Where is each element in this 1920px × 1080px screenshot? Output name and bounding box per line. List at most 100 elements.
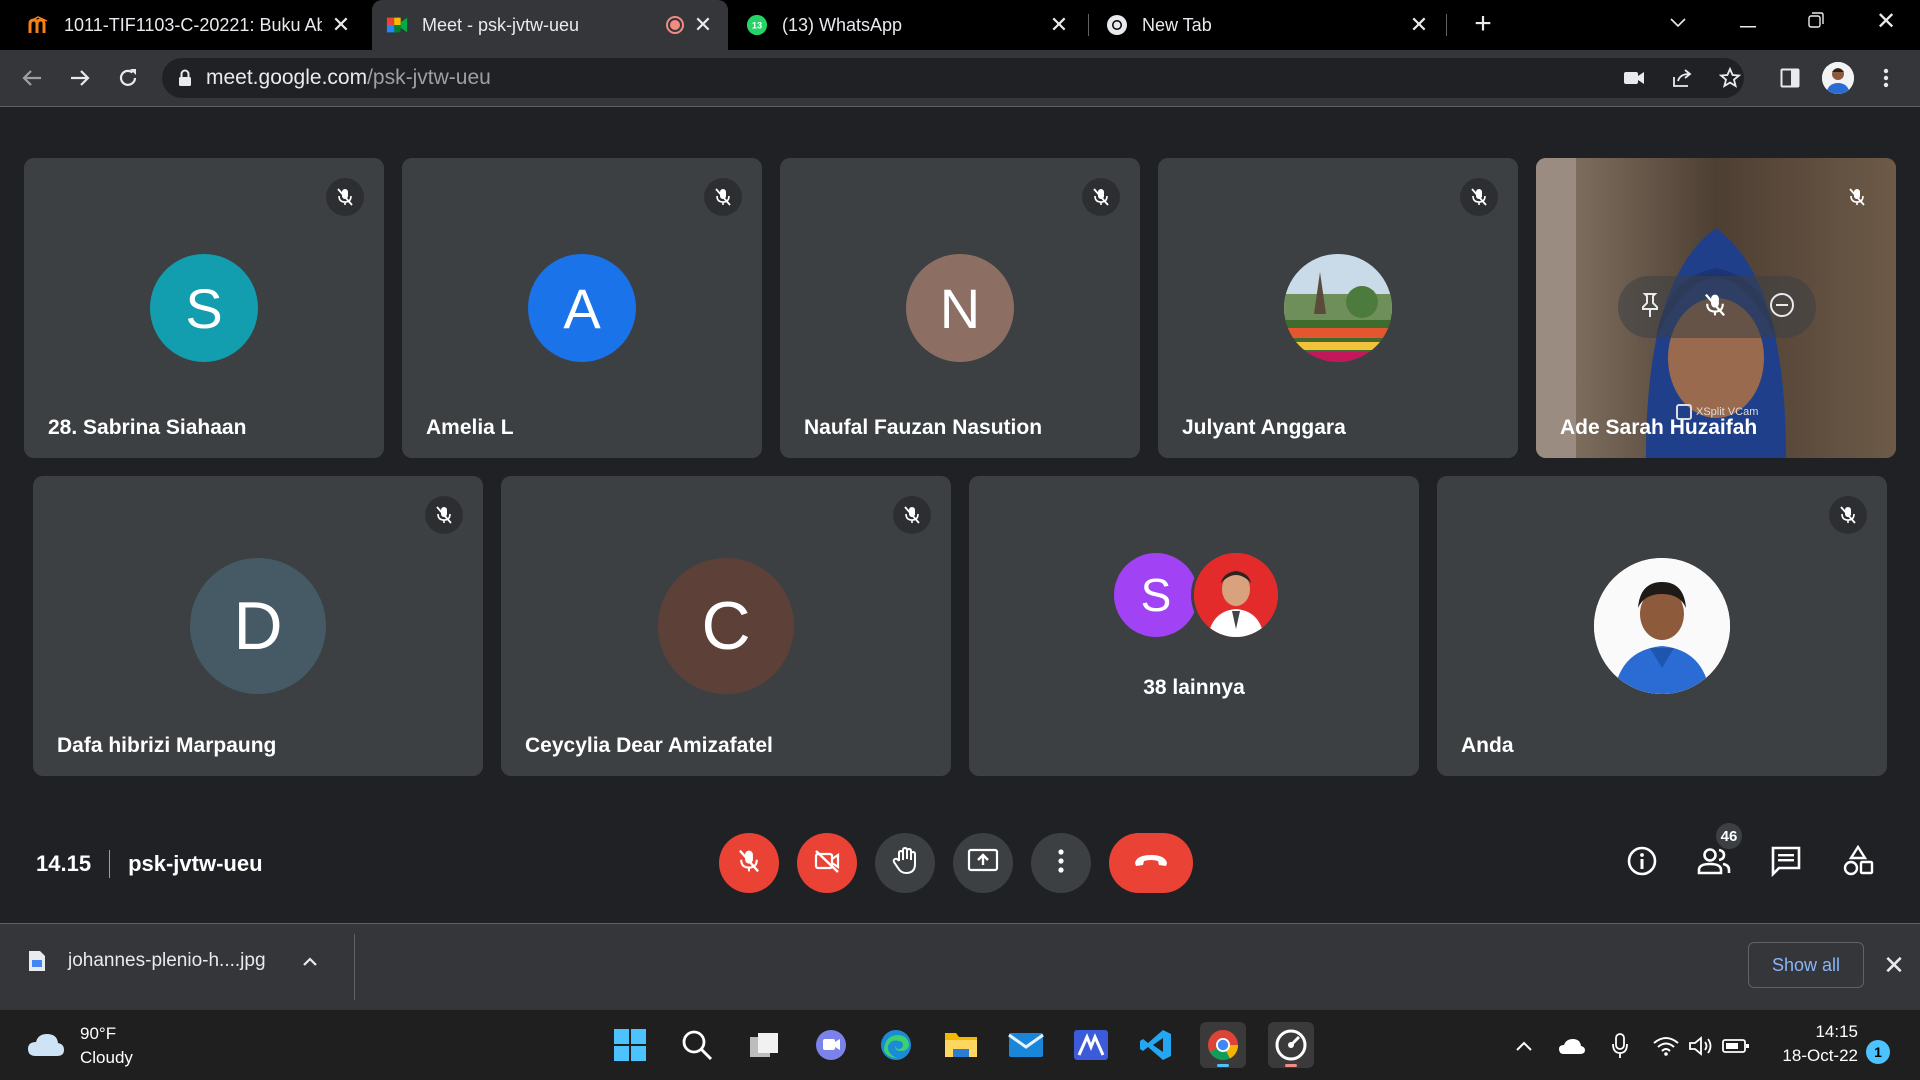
tab-buku-absensi[interactable]: 1011-TIF1103-C-20221: Buku Ab ✕ bbox=[14, 0, 366, 50]
remove-icon[interactable] bbox=[1769, 292, 1795, 323]
share-icon[interactable] bbox=[1666, 62, 1698, 94]
close-tab-icon[interactable]: ✕ bbox=[1408, 12, 1430, 38]
bookmark-star-icon[interactable] bbox=[1714, 62, 1746, 94]
show-all-downloads-button[interactable]: Show all bbox=[1748, 942, 1864, 988]
battery-icon[interactable] bbox=[1722, 1032, 1750, 1060]
toolbar-divider bbox=[0, 106, 1920, 107]
participant-video-tile[interactable]: XSplit VCam Ade Sarah Huzaifah bbox=[1536, 158, 1896, 458]
moodle-icon bbox=[28, 14, 50, 36]
more-options-button[interactable] bbox=[1031, 833, 1091, 893]
avatar: S bbox=[1111, 550, 1201, 640]
image-file-icon bbox=[28, 950, 46, 972]
profile-avatar[interactable] bbox=[1822, 62, 1854, 94]
system-clock[interactable]: 14:15 18-Oct-22 bbox=[1768, 1020, 1858, 1068]
onedrive-icon[interactable] bbox=[1558, 1032, 1586, 1060]
mic-off-icon bbox=[1460, 178, 1498, 216]
chevron-up-icon[interactable] bbox=[302, 956, 318, 966]
avatar-photo bbox=[1191, 550, 1281, 640]
pin-icon[interactable] bbox=[1639, 292, 1661, 323]
meeting-info: 14.15 psk-jvtw-ueu bbox=[36, 850, 263, 878]
edge-icon[interactable] bbox=[873, 1022, 919, 1068]
back-icon[interactable] bbox=[14, 60, 50, 96]
participant-tile[interactable]: A Amelia L bbox=[402, 158, 762, 458]
weather-condition: Cloudy bbox=[80, 1048, 133, 1067]
mic-off-icon bbox=[1829, 496, 1867, 534]
volume-icon[interactable] bbox=[1686, 1032, 1714, 1060]
toggle-camera-button[interactable] bbox=[797, 833, 857, 893]
participant-tile[interactable]: D Dafa hibrizi Marpaung bbox=[33, 476, 483, 776]
minimize-icon[interactable] bbox=[1718, 0, 1778, 44]
task-view-icon[interactable] bbox=[741, 1022, 787, 1068]
tab-title: Meet - psk-jvtw-ueu bbox=[422, 14, 580, 35]
whatsapp-icon: 13 bbox=[746, 14, 768, 36]
chrome-taskbar-icon[interactable] bbox=[1200, 1022, 1246, 1068]
address-bar[interactable]: meet.google.com/psk-jvtw-ueu bbox=[162, 58, 1744, 98]
forward-icon[interactable] bbox=[62, 60, 98, 96]
mail-icon[interactable] bbox=[1003, 1022, 1049, 1068]
tab-new-tab[interactable]: New Tab ✕ bbox=[1092, 0, 1444, 50]
microphone-icon[interactable] bbox=[1606, 1032, 1634, 1060]
close-window-icon[interactable]: ✕ bbox=[1856, 0, 1916, 44]
participant-tile[interactable]: N Naufal Fauzan Nasution bbox=[780, 158, 1140, 458]
divider bbox=[354, 934, 355, 1000]
wifi-icon[interactable] bbox=[1652, 1032, 1680, 1060]
end-call-icon bbox=[1133, 853, 1169, 874]
file-explorer-icon[interactable] bbox=[938, 1022, 984, 1068]
chrome-icon bbox=[1106, 14, 1128, 36]
participant-tile[interactable]: Julyant Anggara bbox=[1158, 158, 1518, 458]
lock-icon[interactable] bbox=[178, 69, 192, 87]
toggle-microphone-button[interactable] bbox=[719, 833, 779, 893]
activities-button[interactable] bbox=[1838, 843, 1878, 883]
tab-whatsapp[interactable]: 13 (13) WhatsApp ✕ bbox=[732, 0, 1084, 50]
tab-title: New Tab bbox=[1142, 14, 1212, 35]
meeting-code: psk-jvtw-ueu bbox=[128, 851, 263, 876]
teams-chat-icon[interactable] bbox=[808, 1022, 854, 1068]
recording-app-icon[interactable] bbox=[1268, 1022, 1314, 1068]
leave-call-button[interactable] bbox=[1109, 833, 1193, 893]
others-tile[interactable]: S 38 lainnya bbox=[969, 476, 1419, 776]
windows-taskbar: 90°F Cloudy 14:15 18-Oct-22 1 bbox=[0, 1009, 1920, 1080]
participant-name: Amelia L bbox=[426, 416, 514, 439]
close-tab-icon[interactable]: ✕ bbox=[692, 12, 714, 38]
divider bbox=[109, 850, 111, 878]
close-tab-icon[interactable]: ✕ bbox=[1048, 12, 1070, 38]
vscode-icon[interactable] bbox=[1133, 1022, 1179, 1068]
notification-badge[interactable]: 1 bbox=[1866, 1040, 1890, 1064]
chrome-menu-icon[interactable] bbox=[1870, 62, 1902, 94]
start-button[interactable] bbox=[607, 1022, 653, 1068]
restore-icon[interactable] bbox=[1786, 0, 1846, 44]
tile-hover-controls bbox=[1618, 276, 1816, 338]
avatar: A bbox=[528, 254, 636, 362]
present-screen-button[interactable] bbox=[953, 833, 1013, 893]
app-icon[interactable] bbox=[1068, 1022, 1114, 1068]
meeting-details-button[interactable] bbox=[1622, 843, 1662, 883]
weather-widget[interactable]: 90°F Cloudy bbox=[26, 1022, 133, 1070]
reload-icon[interactable] bbox=[110, 60, 146, 96]
tab-separator bbox=[1446, 14, 1447, 36]
participant-tile[interactable]: S 28. Sabrina Siahaan bbox=[24, 158, 384, 458]
participant-count-badge: 46 bbox=[1714, 821, 1744, 851]
close-tab-icon[interactable]: ✕ bbox=[330, 12, 352, 38]
download-item[interactable]: johannes-plenio-h....jpg bbox=[28, 950, 318, 972]
tab-separator bbox=[1088, 14, 1089, 36]
mute-participant-icon[interactable] bbox=[1702, 292, 1728, 323]
mic-off-icon bbox=[425, 496, 463, 534]
activities-shapes-icon bbox=[1842, 844, 1874, 882]
clock-date: 18-Oct-22 bbox=[1782, 1046, 1858, 1065]
tab-search-icon[interactable] bbox=[1648, 0, 1708, 44]
tab-title: (13) WhatsApp bbox=[782, 14, 903, 35]
new-tab-button[interactable]: + bbox=[1466, 8, 1500, 42]
participant-tile[interactable]: C Ceycylia Dear Amizafatel bbox=[501, 476, 951, 776]
recording-icon bbox=[666, 16, 684, 34]
url-path: /psk-jvtw-ueu bbox=[367, 66, 491, 89]
side-panel-icon[interactable] bbox=[1774, 62, 1806, 94]
raise-hand-button[interactable] bbox=[875, 833, 935, 893]
chevron-up-icon[interactable] bbox=[1510, 1032, 1538, 1060]
close-download-shelf-icon[interactable]: ✕ bbox=[1880, 950, 1908, 980]
tab-meet[interactable]: Meet - psk-jvtw-ueu ✕ bbox=[372, 0, 728, 50]
camera-in-use-icon[interactable] bbox=[1618, 62, 1650, 94]
browser-toolbar: meet.google.com/psk-jvtw-ueu bbox=[0, 50, 1920, 106]
search-icon[interactable] bbox=[674, 1022, 720, 1068]
chat-button[interactable] bbox=[1766, 843, 1806, 883]
self-tile[interactable]: Anda bbox=[1437, 476, 1887, 776]
